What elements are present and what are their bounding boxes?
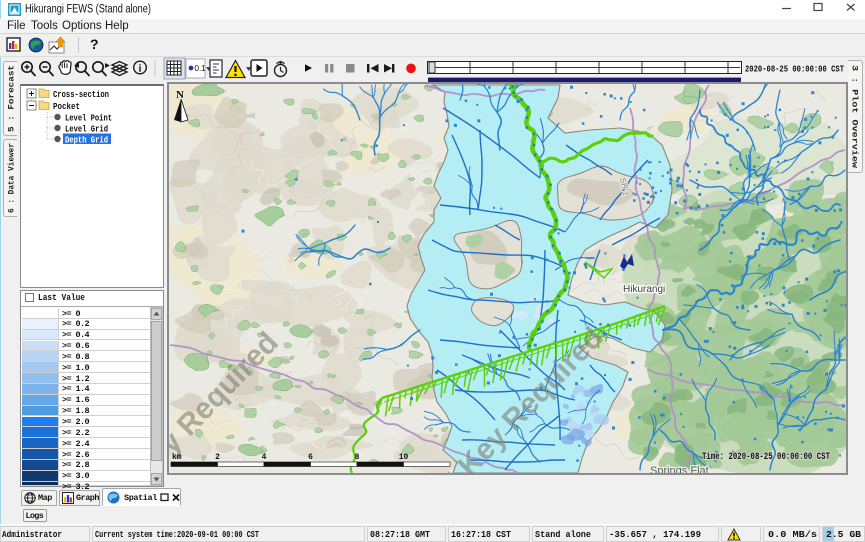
svg-text:Depth Grid: Depth Grid (65, 135, 108, 146)
svg-text:2.5 GB: 2.5 GB (826, 530, 862, 540)
svg-text:4: 4 (262, 453, 267, 462)
svg-text:0.1: 0.1 (195, 64, 207, 73)
svg-text:Stand alone: Stand alone (535, 530, 591, 540)
svg-text:Hikurangi FEWS (Stand alone): Hikurangi FEWS (Stand alone) (25, 4, 151, 16)
svg-text:Springs Flat: Springs Flat (650, 465, 709, 473)
svg-text:6: 6 (308, 453, 313, 462)
svg-text:Pocket: Pocket (53, 101, 80, 112)
svg-text:2020-08-25 00:00:00 CST: 2020-08-25 00:00:00 CST (745, 64, 844, 75)
svg-text:10: 10 (399, 453, 409, 462)
svg-text:Level Grid: Level Grid (65, 124, 108, 135)
svg-text:8: 8 (355, 453, 360, 462)
svg-text:Cross-section: Cross-section (53, 89, 109, 100)
svg-text:Time: 2020-08-25 00:00:00 CST: Time: 2020-08-25 00:00:00 CST (702, 451, 830, 463)
svg-text:-35.657 , 174.199: -35.657 , 174.199 (609, 530, 701, 540)
svg-text:16:27:18 CST: 16:27:18 CST (451, 530, 512, 540)
svg-text:08:27:18 GMT: 08:27:18 GMT (370, 530, 431, 540)
svg-text:Last Value: Last Value (38, 293, 85, 303)
svg-text:0.0 MB/s: 0.0 MB/s (768, 530, 817, 540)
svg-text:Hikurangi: Hikurangi (623, 284, 665, 295)
svg-text:i: i (139, 64, 142, 75)
svg-text:3 : Plot Overview: 3 : Plot Overview (850, 65, 860, 169)
svg-text:Administrator: Administrator (2, 530, 62, 540)
svg-text:5 : Forecast: 5 : Forecast (7, 65, 17, 132)
svg-text:Current system time:2020-09-01: Current system time:2020-09-01 00:00 CST (95, 530, 259, 540)
svg-text:km: km (172, 453, 182, 462)
svg-text:2: 2 (215, 453, 220, 462)
svg-text:6 : Data Viewer: 6 : Data Viewer (7, 143, 17, 213)
svg-text:N: N (176, 89, 184, 101)
svg-text:Level Point: Level Point (65, 113, 112, 124)
